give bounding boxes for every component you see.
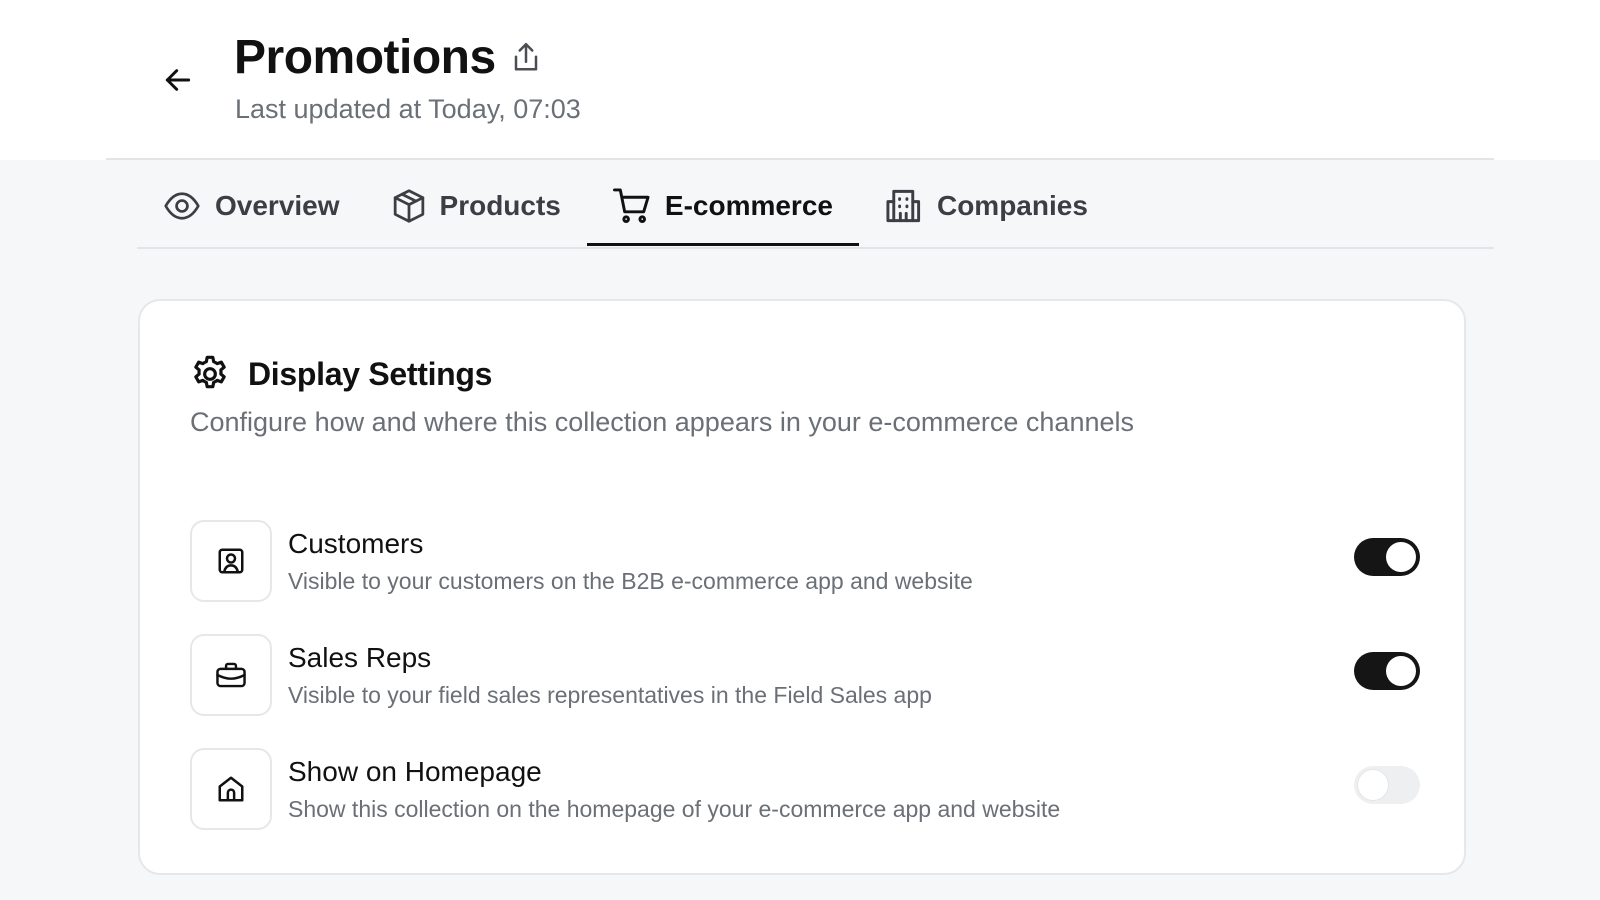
- toggle-knob: [1386, 656, 1416, 686]
- tab-companies-label: Companies: [936, 190, 1088, 221]
- customers-text: Customers Visible to your customers on t…: [288, 528, 973, 595]
- tab-products[interactable]: Products: [366, 180, 587, 232]
- page-title: Promotions: [234, 31, 496, 84]
- homepage-text: Show on Homepage Show this collection on…: [288, 756, 1060, 823]
- title-row: Promotions: [234, 30, 544, 85]
- package-icon: [393, 189, 424, 223]
- toggle-knob: [1386, 542, 1416, 572]
- gear-icon: [194, 355, 226, 389]
- customers-icon-box: [190, 520, 272, 602]
- tab-overview-label: Overview: [215, 190, 340, 221]
- card-title: Display Settings: [248, 355, 493, 392]
- setting-row-homepage: Show on Homepage Show this collection on…: [190, 748, 1420, 830]
- sales-reps-title: Sales Reps: [288, 641, 432, 673]
- briefcase-icon: [216, 662, 246, 688]
- building-icon: [886, 189, 921, 223]
- homepage-title: Show on Homepage: [288, 755, 542, 787]
- share-button[interactable]: [508, 38, 544, 78]
- tab-ecommerce[interactable]: E-commerce: [586, 180, 860, 246]
- homepage-icon-box: [190, 748, 272, 830]
- sales-reps-description: Visible to your field sales representati…: [288, 681, 932, 708]
- share-icon: [514, 42, 537, 70]
- homepage-description: Show this collection on the homepage of …: [288, 795, 1061, 822]
- setting-row-sales-reps: Sales Reps Visible to your field sales r…: [190, 634, 1420, 716]
- display-settings-card: Display Settings Configure how and where…: [138, 299, 1466, 875]
- tab-products-label: Products: [439, 190, 561, 221]
- customers-title: Customers: [288, 527, 424, 559]
- arrow-left-icon: [165, 69, 191, 91]
- homepage-toggle[interactable]: [1354, 766, 1420, 804]
- customers-toggle[interactable]: [1354, 538, 1420, 576]
- tab-ecommerce-label: E-commerce: [664, 190, 833, 221]
- setting-row-customers: Customers Visible to your customers on t…: [190, 520, 1420, 602]
- tabs-divider: [137, 247, 1494, 249]
- card-description: Configure how and where this collection …: [190, 407, 1134, 437]
- card-header: Display Settings: [190, 354, 492, 394]
- home-icon: [218, 776, 244, 802]
- last-updated-text: Last updated at Today, 07:03: [235, 94, 581, 124]
- toggle-knob: [1358, 770, 1388, 800]
- sales-reps-toggle[interactable]: [1354, 652, 1420, 690]
- eye-icon: [164, 192, 200, 220]
- user-square-icon: [218, 548, 244, 574]
- header-divider: [106, 158, 1494, 160]
- sales-reps-icon-box: [190, 634, 272, 716]
- cart-icon: [612, 188, 650, 223]
- tab-companies[interactable]: Companies: [859, 180, 1114, 232]
- customers-description: Visible to your customers on the B2B e-c…: [288, 567, 973, 594]
- tab-bar: Overview Products E-commerce Companies: [137, 180, 1494, 248]
- sales-reps-text: Sales Reps Visible to your field sales r…: [288, 642, 932, 709]
- back-button[interactable]: [156, 58, 200, 102]
- tab-overview[interactable]: Overview: [137, 180, 366, 232]
